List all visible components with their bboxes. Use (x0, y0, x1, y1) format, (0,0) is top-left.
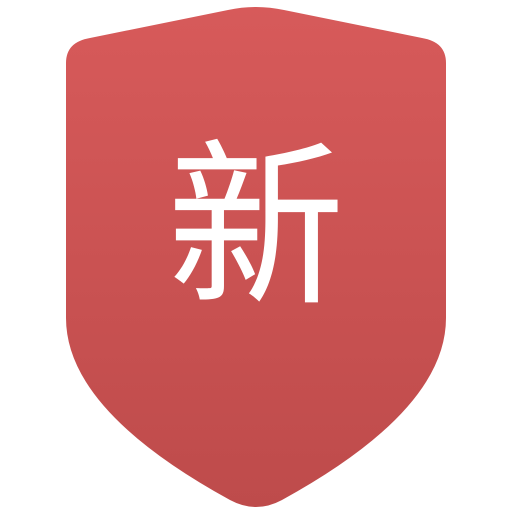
new-character-glyph: 新 (167, 124, 345, 331)
new-badge-icon: 新 (0, 0, 512, 512)
